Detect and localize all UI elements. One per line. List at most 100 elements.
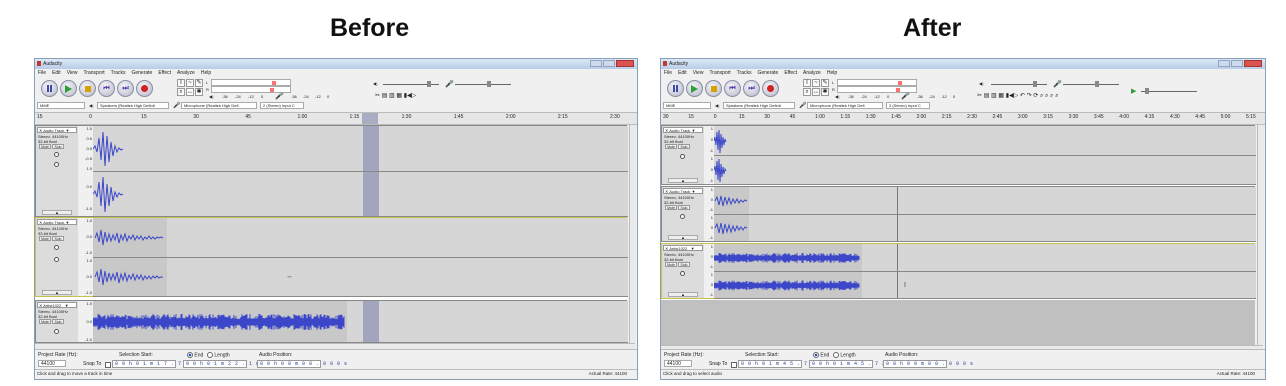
output-volume-slider[interactable] — [991, 84, 1047, 85]
mute-button[interactable]: Mute — [39, 236, 51, 241]
track-name-menu[interactable]: ✕ Audio Track ▼ — [663, 188, 703, 194]
menu-effect[interactable]: Effect — [158, 69, 171, 77]
menu-help[interactable]: Help — [201, 69, 211, 77]
menu-edit[interactable]: Edit — [52, 69, 61, 77]
gain-slider[interactable] — [54, 245, 59, 250]
channel-left[interactable] — [714, 187, 1256, 215]
skip-to-start-button[interactable]: ⏮ — [98, 80, 115, 97]
snap-to-checkbox[interactable] — [105, 362, 111, 368]
track-name-menu[interactable]: ✕ Audio Track ▼ — [37, 127, 77, 133]
multi-tool-icon[interactable]: ✱ — [821, 88, 829, 96]
input-channels-select[interactable]: 2 (Stereo) Input C — [260, 102, 304, 109]
menu-analyze[interactable]: Analyze — [803, 69, 821, 77]
mute-button[interactable]: Mute — [39, 319, 51, 324]
track-name-menu[interactable]: ✕ Artist1022_ ▼ — [663, 245, 703, 251]
track-name-menu[interactable]: ✕ Audio Track ▼ — [663, 127, 703, 133]
solo-button[interactable]: Solo — [52, 319, 64, 324]
multi-tool-icon[interactable]: ✱ — [195, 88, 203, 96]
solo-button[interactable]: Solo — [52, 236, 64, 241]
menu-view[interactable]: View — [67, 69, 78, 77]
menu-file[interactable]: File — [38, 69, 46, 77]
audio-track-2[interactable]: ✕ Audio Track ▼ Stereo, 44100Hz 32-bit f… — [35, 217, 628, 297]
menu-file[interactable]: File — [664, 69, 672, 77]
speaker-icon[interactable]: ◀) — [835, 94, 839, 99]
close-button[interactable] — [616, 60, 634, 67]
input-channels-select[interactable]: 2 (Stereo) Input C — [886, 102, 930, 109]
play-speed-thumb[interactable] — [1145, 88, 1149, 94]
speaker-icon[interactable]: ◀) — [209, 94, 213, 99]
host-select[interactable]: MME — [37, 102, 85, 109]
minimize-button[interactable] — [1218, 60, 1230, 67]
track-name-menu[interactable]: ✕ Artist1022_ ▼ — [37, 302, 77, 308]
skip-to-end-button[interactable]: ⏭ — [743, 80, 760, 97]
channel-right[interactable] — [714, 156, 1256, 185]
gain-slider[interactable] — [54, 152, 59, 157]
microphone-icon[interactable]: 🎤 — [275, 92, 284, 100]
length-radio[interactable]: Length — [207, 352, 230, 358]
audio-track-2[interactable]: ✕ Audio Track ▼ Stereo, 44100Hz 32-bit f… — [661, 186, 1256, 242]
input-device-select[interactable]: Microphone (Realtek High Defi — [807, 102, 883, 109]
pause-button[interactable] — [667, 80, 684, 97]
input-volume-thumb[interactable] — [1095, 81, 1099, 87]
selection-start-time[interactable]: 0 0 h 0 1 m 4 5 . 7 3 1 s — [738, 360, 828, 368]
collapse-button[interactable]: ▲ — [668, 235, 698, 240]
maximize-button[interactable] — [1231, 60, 1243, 67]
audio-position-time[interactable]: 0 0 h 0 0 m 0 0 . 0 0 0 s — [257, 360, 347, 368]
output-volume-thumb[interactable] — [1033, 81, 1037, 87]
menu-edit[interactable]: Edit — [678, 69, 687, 77]
timeline-ruler[interactable]: 30 15 0 15 30 45 1:00 1:15 1:30 1:45 2:00 2:15 2:30 2… — [661, 112, 1265, 125]
gain-slider[interactable] — [54, 329, 59, 334]
output-volume-thumb[interactable] — [427, 81, 431, 87]
input-volume-thumb[interactable] — [487, 81, 491, 87]
project-rate-select[interactable]: 44100 — [38, 360, 66, 367]
envelope-tool-icon[interactable]: ~ — [812, 79, 820, 87]
input-volume-slider[interactable] — [455, 84, 511, 85]
channel-left[interactable] — [93, 218, 628, 258]
output-device-select[interactable]: Speakers (Realtek High Definit — [97, 102, 169, 109]
mute-button[interactable]: Mute — [665, 262, 677, 267]
edit-tools-icon[interactable]: ✂ ▤ ▥ ▦ ▮◀▷ ↶ ↷ ⟳ ⌕ ⌕ ⌕ ⌕ — [977, 92, 1058, 100]
host-select[interactable]: MME — [663, 102, 711, 109]
audio-position-time[interactable]: 0 0 h 0 0 m 0 0 . 0 0 0 s — [883, 360, 973, 368]
channel-right[interactable]: ↔ — [93, 258, 628, 297]
audio-track-1[interactable]: ✕ Audio Track ▼ Stereo, 44100Hz 32-bit f… — [661, 125, 1256, 185]
pause-button[interactable] — [41, 80, 58, 97]
stop-button[interactable] — [705, 80, 722, 97]
timeshift-tool-icon[interactable]: ↔ — [186, 88, 194, 96]
menu-help[interactable]: Help — [827, 69, 837, 77]
mute-button[interactable]: Mute — [665, 144, 677, 149]
record-button[interactable] — [136, 80, 153, 97]
minimize-button[interactable] — [590, 60, 602, 67]
gain-slider[interactable] — [680, 154, 685, 159]
skip-to-start-button[interactable]: ⏮ — [724, 80, 741, 97]
mute-button[interactable]: Mute — [665, 205, 677, 210]
solo-button[interactable]: Solo — [52, 144, 64, 149]
track-name-menu[interactable]: ✕ Audio Track ▼ — [37, 219, 77, 225]
project-rate-select[interactable]: 44100 — [664, 360, 692, 367]
output-device-select[interactable]: Speakers (Realtek High Definit — [723, 102, 795, 109]
empty-track-space[interactable] — [661, 300, 1255, 345]
maximize-button[interactable] — [603, 60, 615, 67]
channel-right[interactable] — [714, 215, 1256, 242]
menu-transport[interactable]: Transport — [709, 69, 730, 77]
channel-right[interactable] — [93, 172, 628, 217]
play-speed-slider[interactable] — [1141, 91, 1197, 92]
channel-left[interactable] — [714, 244, 1256, 272]
envelope-tool-icon[interactable]: ~ — [186, 79, 194, 87]
close-button[interactable] — [1244, 60, 1262, 67]
draw-tool-icon[interactable]: ✎ — [821, 79, 829, 87]
menu-tracks[interactable]: Tracks — [111, 69, 126, 77]
length-radio[interactable]: Length — [833, 352, 856, 358]
selection-tool-icon[interactable]: I — [803, 79, 811, 87]
pan-slider[interactable] — [54, 162, 59, 167]
collapse-button[interactable]: ▲ — [668, 292, 698, 297]
menu-analyze[interactable]: Analyze — [177, 69, 195, 77]
selection-start-time[interactable]: 0 0 h 0 1 m 1 7 . 7 0 6 s — [112, 360, 202, 368]
solo-button[interactable]: Solo — [678, 205, 690, 210]
draw-tool-icon[interactable]: ✎ — [195, 79, 203, 87]
channel-left[interactable] — [714, 126, 1256, 156]
menu-generate[interactable]: Generate — [757, 69, 778, 77]
timeline-ruler[interactable]: 15 0 15 30 45 1:00 1:15 1:30 1:45 2:00 2:15 2:30 — [35, 112, 637, 125]
collapse-button[interactable]: ▲ — [42, 290, 72, 295]
edit-tools-icon[interactable]: ✂ ▤ ▥ ▦ ▮◀▷ — [375, 92, 416, 99]
